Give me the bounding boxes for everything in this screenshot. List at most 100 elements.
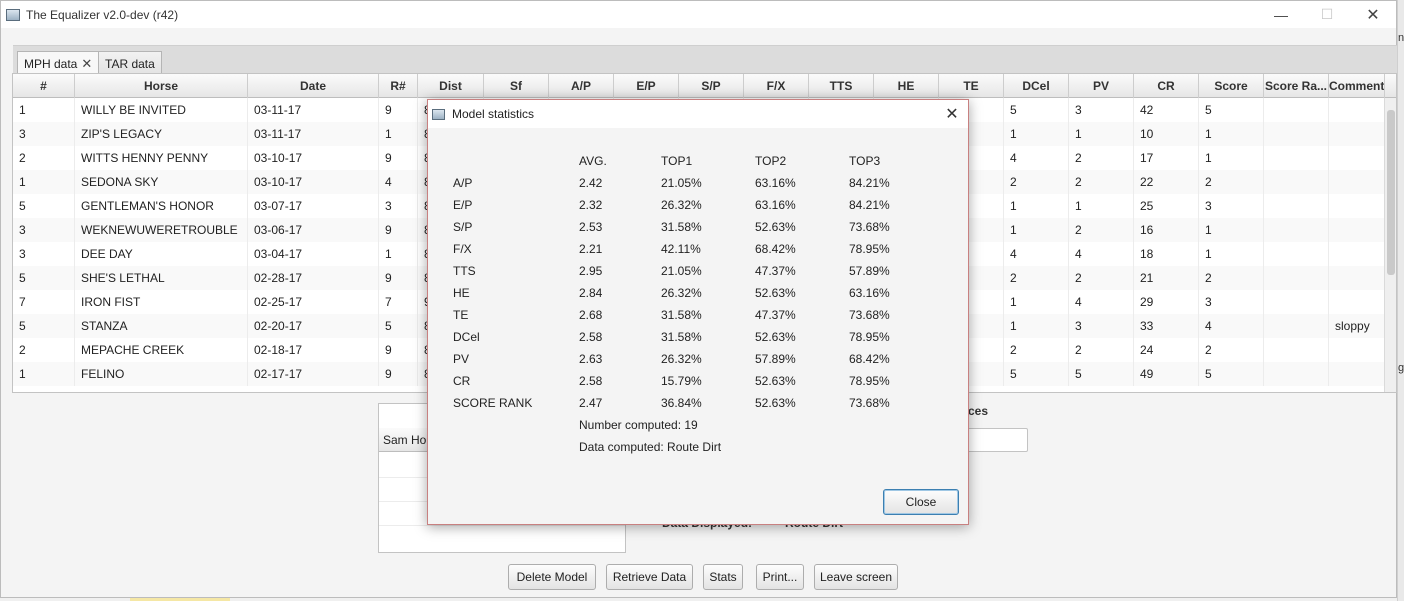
stats-cell-name: SCORE RANK: [453, 396, 533, 410]
stats-cell-name: DCel: [453, 330, 480, 344]
table-cell-date: 03-06-17: [248, 218, 379, 242]
stats-cell-avg: 2.32: [579, 198, 603, 212]
table-cell-dcel: 2: [1004, 170, 1069, 194]
stats-cell-name: E/P: [453, 198, 473, 212]
stats-cell-name: TTS: [453, 264, 476, 278]
stats-cell-top1: 26.32%: [661, 352, 702, 366]
stats-cell-avg: 2.68: [579, 308, 603, 322]
background-label: ces: [968, 404, 989, 418]
table-cell-comments: [1329, 122, 1385, 146]
column-header[interactable]: Dist: [418, 74, 484, 98]
table-cell-dcel: 5: [1004, 362, 1069, 386]
stats-cell-top3: 84.21%: [849, 176, 890, 190]
background-input[interactable]: [966, 428, 1028, 452]
stats-cell-top3: 78.95%: [849, 374, 890, 388]
column-header[interactable]: TE: [939, 74, 1004, 98]
stats-row: S/P 2.53 31.58% 52.63% 73.68%: [453, 216, 933, 238]
column-header[interactable]: F/X: [744, 74, 809, 98]
column-header[interactable]: PV: [1069, 74, 1134, 98]
table-cell-num: 5: [13, 314, 75, 338]
table-cell-comments: [1329, 170, 1385, 194]
stats-cell-top1: 42.11%: [661, 242, 701, 256]
minimize-button[interactable]: —: [1258, 1, 1304, 28]
dialog-close-icon[interactable]: ✕: [936, 100, 968, 128]
stats-cell-top3: 78.95%: [849, 330, 890, 344]
column-header[interactable]: A/P: [549, 74, 614, 98]
column-header[interactable]: S/P: [679, 74, 744, 98]
column-header[interactable]: Horse: [75, 74, 248, 98]
table-cell-date: 03-10-17: [248, 170, 379, 194]
table-cell-dcel: 1: [1004, 218, 1069, 242]
retrieve-data-button[interactable]: Retrieve Data: [606, 564, 693, 590]
column-header[interactable]: E/P: [614, 74, 679, 98]
stats-cell-top1: 31.58%: [661, 220, 702, 234]
close-button[interactable]: Close: [883, 489, 959, 515]
table-cell-race: 9: [379, 338, 418, 362]
table-cell-num: 1: [13, 98, 75, 122]
column-header[interactable]: Date: [248, 74, 379, 98]
stats-cell-avg: 2.53: [579, 220, 603, 234]
stats-row: HE 2.84 26.32% 52.63% 63.16%: [453, 282, 933, 304]
table-cell-dcel: 1: [1004, 290, 1069, 314]
table-cell-race: 9: [379, 362, 418, 386]
maximize-button[interactable]: ☐: [1304, 1, 1350, 28]
table-cell-num: 3: [13, 122, 75, 146]
stats-row: DCel 2.58 31.58% 52.63% 78.95%: [453, 326, 933, 348]
table-cell-score: 2: [1199, 170, 1264, 194]
stats-cell-top3: 78.95%: [849, 242, 890, 256]
dialog-title: Model statistics: [452, 107, 535, 121]
table-cell-race: 9: [379, 266, 418, 290]
close-window-button[interactable]: ✕: [1350, 1, 1396, 28]
table-cell-pv: 2: [1069, 218, 1134, 242]
model-statistics-dialog: Model statistics ✕ AVG. TOP1 TOP2 TOP3 A/P 2.…: [427, 99, 969, 525]
table-cell-score: 5: [1199, 362, 1264, 386]
edge-text: g: [1398, 362, 1404, 374]
print-button[interactable]: Print...: [756, 564, 804, 590]
stats-cell-top2: 47.37%: [755, 264, 796, 278]
stats-cell-top2: 52.63%: [755, 220, 796, 234]
vertical-scrollbar[interactable]: [1384, 98, 1396, 392]
column-header[interactable]: Sf: [484, 74, 549, 98]
table-cell-comments: [1329, 194, 1385, 218]
column-header[interactable]: #: [13, 74, 75, 98]
table-cell: [1264, 98, 1329, 122]
table-cell-pv: 1: [1069, 194, 1134, 218]
column-header[interactable]: R#: [379, 74, 418, 98]
column-header[interactable]: CR: [1134, 74, 1199, 98]
table-cell-race: 9: [379, 218, 418, 242]
table-cell-num: 3: [13, 218, 75, 242]
table-cell-race: 9: [379, 146, 418, 170]
stats-cell-avg: 2.42: [579, 176, 603, 190]
table-cell-cr: 21: [1134, 266, 1199, 290]
table-cell: [1264, 218, 1329, 242]
column-header[interactable]: Score: [1199, 74, 1264, 98]
stats-button[interactable]: Stats: [703, 564, 743, 590]
scrollbar-thumb[interactable]: [1387, 110, 1395, 275]
stats-cell-avg: 2.21: [579, 242, 603, 256]
column-header[interactable]: Comments: [1329, 74, 1385, 98]
table-cell: [1264, 314, 1329, 338]
delete-model-button[interactable]: Delete Model: [508, 564, 596, 590]
column-header[interactable]: TTS: [809, 74, 874, 98]
stats-cell-top3: 73.68%: [849, 308, 890, 322]
table-cell-cr: 42: [1134, 98, 1199, 122]
table-cell-date: 03-11-17: [248, 98, 379, 122]
table-cell-score: 4: [1199, 314, 1264, 338]
table-cell-pv: 5: [1069, 362, 1134, 386]
title-bar: The Equalizer v2.0-dev (r42) — ☐ ✕: [1, 1, 1396, 28]
column-header[interactable]: HE: [874, 74, 939, 98]
tab-tar-data[interactable]: TAR data: [98, 51, 162, 75]
leave-screen-button[interactable]: Leave screen: [814, 564, 898, 590]
table-cell-date: 02-28-17: [248, 266, 379, 290]
column-header[interactable]: DCel: [1004, 74, 1069, 98]
table-cell-pv: 2: [1069, 266, 1134, 290]
tab-close-icon[interactable]: ✕: [81, 56, 92, 72]
stats-header-row: AVG. TOP1 TOP2 TOP3: [453, 150, 933, 172]
table-cell-race: 5: [379, 314, 418, 338]
stats-cell-top2: 57.89%: [755, 352, 796, 366]
table-cell-race: 1: [379, 242, 418, 266]
table-cell-comments: [1329, 98, 1385, 122]
table-cell-race: 9: [379, 98, 418, 122]
column-header[interactable]: Score Ra...: [1264, 74, 1329, 98]
stats-cell-name: F/X: [453, 242, 472, 256]
